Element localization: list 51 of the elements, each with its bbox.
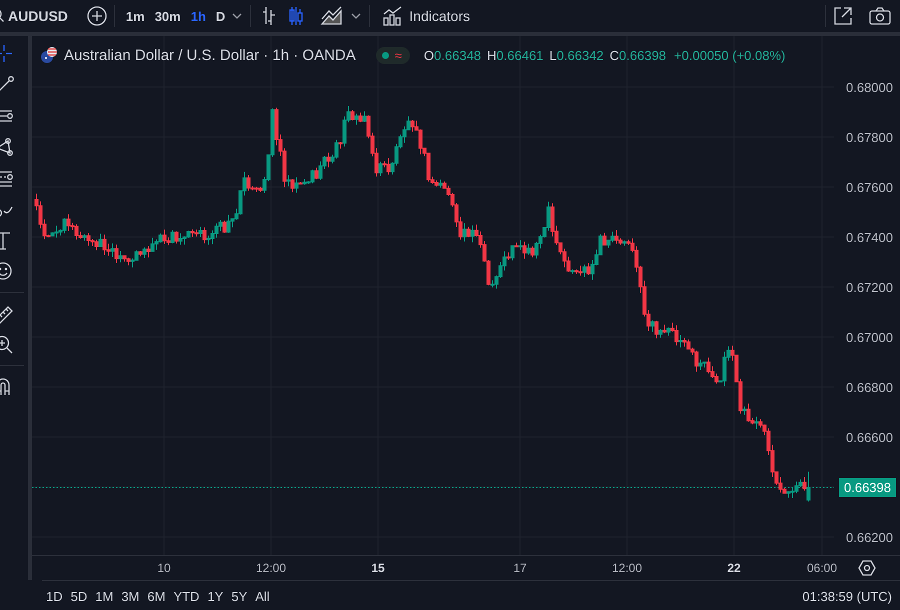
- price-label: 0.67800: [846, 130, 893, 144]
- camera-icon[interactable]: [868, 5, 892, 27]
- price-label: 0.68000: [846, 80, 893, 94]
- price-label: 0.66200: [846, 530, 893, 544]
- bar-chart-icon: [262, 5, 276, 27]
- price-label: 0.66600: [846, 430, 893, 444]
- status-pill[interactable]: ≈: [376, 46, 410, 64]
- range-button[interactable]: 1Y: [203, 584, 228, 608]
- symbol-name[interactable]: AUDUSD: [8, 8, 68, 24]
- price-change: +0.00050 (+0.08%): [674, 48, 786, 62]
- interval-tab[interactable]: 1m: [120, 4, 150, 28]
- area-chart-icon: [320, 5, 344, 27]
- indicators-button[interactable]: Indicators: [376, 1, 475, 31]
- price-label: 0.67400: [846, 230, 893, 244]
- time-label: 15: [371, 561, 385, 575]
- range-button[interactable]: YTD: [169, 584, 204, 608]
- node-shape-icon[interactable]: [0, 137, 14, 158]
- add-icon[interactable]: [86, 5, 108, 27]
- range-button[interactable]: 1D: [42, 584, 67, 608]
- ohlc-value: C0.66398: [610, 48, 666, 62]
- price-label: 0.67200: [846, 280, 893, 294]
- zoom-in-icon[interactable]: [0, 334, 14, 355]
- time-label: 06:00: [806, 561, 838, 575]
- time-label: 17: [513, 561, 527, 575]
- flag-icon: [40, 46, 58, 64]
- time-label: 10: [157, 561, 171, 575]
- interval-tab[interactable]: 30m: [150, 4, 186, 28]
- ohlc-value: H0.66461: [487, 48, 544, 62]
- range-button[interactable]: 5Y: [227, 584, 252, 608]
- chart-title: Australian Dollar / U.S. Dollar · 1h · OANDA: [64, 46, 356, 64]
- time-label: 12:00: [612, 561, 642, 575]
- smiley-icon[interactable]: [0, 261, 14, 282]
- current-price-label: 0.66398: [839, 478, 896, 496]
- range-button[interactable]: 1M: [91, 584, 118, 608]
- ohlc-value: O0.66348: [424, 48, 482, 62]
- time-label: 12:00: [256, 561, 286, 575]
- crosshair-icon[interactable]: [0, 44, 14, 65]
- range-button[interactable]: 3M: [117, 584, 144, 608]
- range-button[interactable]: 5D: [66, 584, 92, 608]
- range-button[interactable]: 6M: [143, 584, 170, 608]
- range-button[interactable]: All: [251, 584, 274, 608]
- price-label: 0.67000: [846, 330, 893, 344]
- popout-icon[interactable]: [832, 5, 854, 27]
- ohlc-value: L0.66342: [549, 48, 604, 62]
- price-label: 0.67600: [846, 180, 893, 194]
- time-label: 22: [727, 561, 741, 575]
- price-label: 0.66800: [846, 380, 893, 394]
- settings-icon[interactable]: [858, 559, 876, 577]
- clock-time: 01:38:59 (UTC): [802, 588, 892, 604]
- interval-tab[interactable]: D: [210, 4, 230, 28]
- interval-tab[interactable]: 1h: [186, 4, 211, 28]
